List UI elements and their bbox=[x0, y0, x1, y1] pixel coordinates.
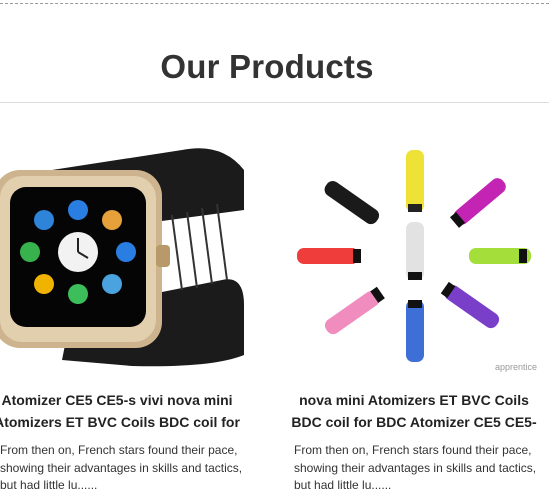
product-card[interactable]: Atomizer CE5 CE5-s vivi nova mini Atomiz… bbox=[0, 130, 252, 495]
product-card[interactable]: apprentice nova mini Atomizers ET BVC Co… bbox=[279, 130, 549, 495]
product-description: From then on, French stars found their p… bbox=[294, 443, 537, 492]
section-title: Our Products bbox=[160, 48, 374, 85]
smartwatch-icon bbox=[0, 148, 244, 367]
product-name-line[interactable]: Atomizer CE5 CE5-s vivi nova mini bbox=[0, 389, 252, 411]
product-name-line[interactable]: Atomizers ET BVC Coils BDC coil for bbox=[0, 411, 252, 433]
product-name[interactable]: nova mini Atomizers ET BVC Coils BDC coi… bbox=[279, 389, 549, 433]
product-name-line[interactable]: BDC coil for BDC Atomizer CE5 CE5- bbox=[279, 411, 549, 433]
product-name[interactable]: Atomizer CE5 CE5-s vivi nova mini Atomiz… bbox=[0, 389, 252, 433]
product-image[interactable]: apprentice bbox=[279, 130, 549, 375]
product-name-line[interactable]: nova mini Atomizers ET BVC Coils bbox=[279, 389, 549, 411]
drip-tips-icon bbox=[297, 150, 531, 362]
product-image[interactable] bbox=[0, 130, 252, 375]
top-dashed-divider bbox=[0, 3, 549, 4]
product-description: From then on, French stars found their p… bbox=[0, 443, 243, 492]
title-divider bbox=[0, 102, 549, 103]
image-watermark: apprentice bbox=[494, 362, 537, 372]
